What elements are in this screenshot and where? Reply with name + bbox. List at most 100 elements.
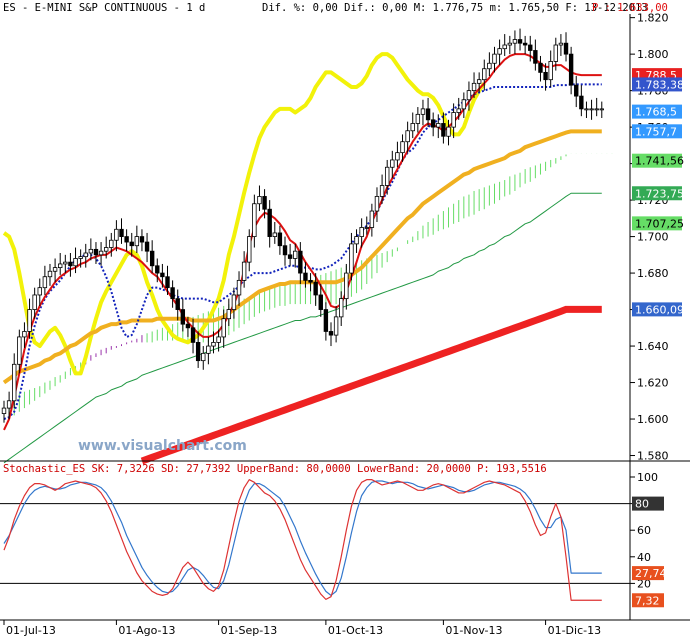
candle-body xyxy=(349,243,354,274)
candle-body xyxy=(482,68,487,81)
watermark: www.visualchart.com xyxy=(78,438,247,454)
candle-body xyxy=(354,236,359,245)
candle-body xyxy=(155,265,160,274)
header-symbol: ES - E-MINI S&P CONTINUOUS - 1 d xyxy=(3,2,205,14)
candle-body xyxy=(420,108,426,115)
candle-body xyxy=(456,108,461,113)
candle-body xyxy=(364,227,369,229)
candle-body xyxy=(293,250,298,259)
candle-body xyxy=(109,239,114,248)
candle-body xyxy=(180,309,186,325)
candle-body xyxy=(517,39,523,44)
candle-body xyxy=(415,113,421,124)
candle-body xyxy=(502,44,507,50)
candle-body xyxy=(359,227,364,237)
candle-body xyxy=(12,363,17,402)
price-tick-label: 1.820 xyxy=(637,12,669,25)
candle-body xyxy=(558,42,564,46)
x-tick-label: 01-Oct-13 xyxy=(328,624,383,637)
candle-body xyxy=(405,130,410,143)
candle-body xyxy=(543,71,548,81)
candle-body xyxy=(410,123,415,132)
candle-body xyxy=(6,400,12,409)
candle-body xyxy=(93,248,99,256)
candle-body xyxy=(236,279,242,296)
price-plot-area xyxy=(0,14,630,461)
candle-body xyxy=(73,258,78,267)
candle-body xyxy=(574,84,579,97)
candle-body xyxy=(98,250,104,256)
x-tick-label: 01-Dic-13 xyxy=(548,624,602,637)
candle-body xyxy=(446,126,451,137)
candle-body xyxy=(369,210,375,228)
candle-body xyxy=(63,261,68,265)
candle-body xyxy=(379,185,385,197)
candle-body xyxy=(563,42,569,55)
candle-body xyxy=(476,79,482,84)
candle-body xyxy=(124,236,129,243)
candle-body xyxy=(328,331,334,336)
candle-body xyxy=(507,42,513,46)
price-tag-label: 1.783,38 xyxy=(635,78,684,91)
candle-body xyxy=(430,119,436,128)
candle-body xyxy=(221,318,226,338)
candle-body xyxy=(160,272,165,278)
candle-body xyxy=(165,276,170,289)
stochastic-tag-label: 7,32 xyxy=(635,594,660,607)
candle-body xyxy=(318,294,323,310)
stochastic-label: Stochastic_ES SK: 7,3226 SD: 27,7392 Upp… xyxy=(3,463,547,475)
candle-body xyxy=(333,316,339,336)
candle-body xyxy=(17,336,22,365)
candle-body xyxy=(400,141,405,154)
price-tick-label: 1.700 xyxy=(637,231,669,244)
x-tick-label: 01-Sep-13 xyxy=(221,624,278,637)
price-tag-label: 1.741,56 xyxy=(635,155,684,168)
candle-body xyxy=(185,323,191,329)
stochastic-tag-label: 27,74 xyxy=(635,567,667,580)
price-panel: www.visualchart.com 1.8201.8001.7801.760… xyxy=(0,12,684,465)
chart-svg: ES - E-MINI S&P CONTINUOUS - 1 d Dif. %:… xyxy=(0,0,690,639)
candle-body xyxy=(58,263,63,269)
candle-body xyxy=(139,236,145,243)
candle-body xyxy=(568,53,574,86)
candle-body xyxy=(134,236,140,247)
price-tick-label: 1.800 xyxy=(637,48,669,61)
candle-body xyxy=(589,108,594,111)
price-tick-label: 1.620 xyxy=(637,377,669,390)
candle-body xyxy=(22,331,27,338)
stochastic-tick-label: 40 xyxy=(637,551,651,564)
candle-body xyxy=(548,61,553,81)
candle-body xyxy=(461,99,467,110)
candle-body xyxy=(599,108,604,111)
candle-body xyxy=(487,62,492,70)
candle-body xyxy=(144,241,150,252)
candle-body xyxy=(395,152,400,161)
candle-body xyxy=(52,267,58,272)
candle-body xyxy=(201,352,206,362)
x-tick-label: 01-Jul-13 xyxy=(6,624,56,637)
candle-body xyxy=(119,228,124,237)
candle-body xyxy=(262,196,267,210)
header-stats: Dif. %: 0,00 Dif.: 0,00 M: 1.776,75 m: 1… xyxy=(262,2,648,14)
candle-body xyxy=(170,287,175,300)
candle-body xyxy=(83,252,88,258)
candle-body xyxy=(492,53,497,64)
candle-body xyxy=(287,254,293,259)
candle-body xyxy=(226,309,232,320)
candle-body xyxy=(195,342,201,362)
candle-body xyxy=(37,287,42,296)
candle-body xyxy=(211,342,216,347)
candle-body xyxy=(553,44,558,62)
candle-body xyxy=(32,294,37,310)
candle-body xyxy=(277,232,283,247)
candle-body xyxy=(231,294,237,310)
candle-body xyxy=(282,245,288,256)
candle-body xyxy=(252,203,257,237)
candle-body xyxy=(497,48,502,55)
candle-body xyxy=(579,95,584,110)
candle-body xyxy=(272,232,277,237)
x-tick-label: 01-Nov-13 xyxy=(445,624,502,637)
candle-body xyxy=(451,112,456,128)
candle-body xyxy=(512,39,518,44)
candle-body xyxy=(313,281,318,296)
